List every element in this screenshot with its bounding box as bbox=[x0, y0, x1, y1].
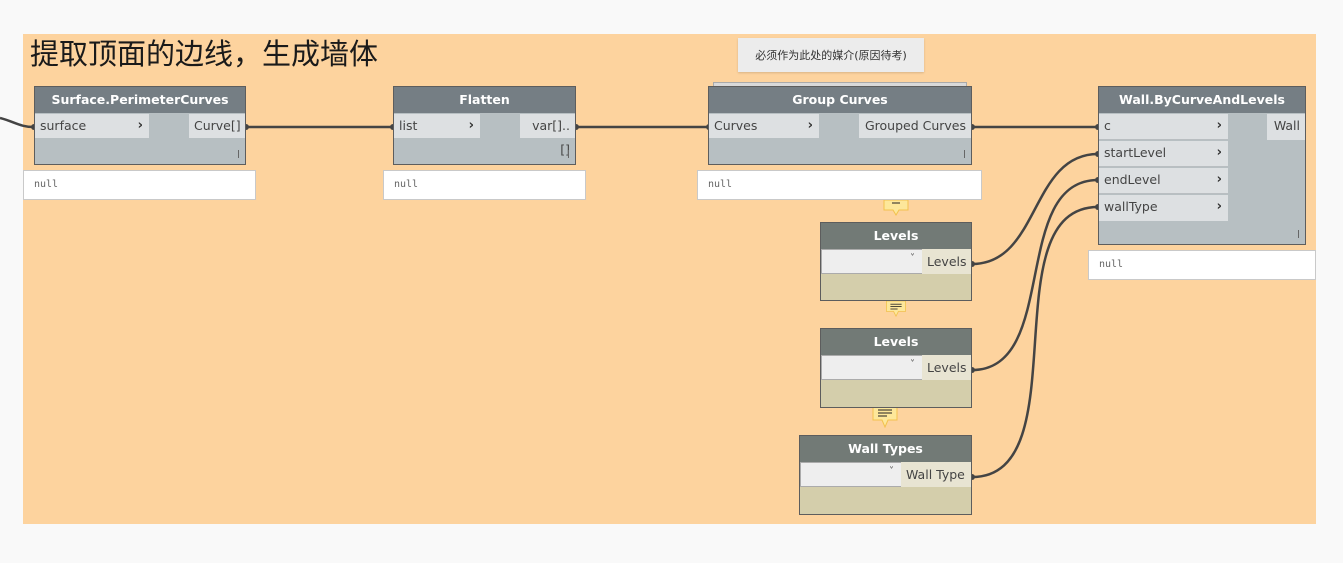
node-title[interactable]: Wall.ByCurveAndLevels bbox=[1099, 87, 1305, 113]
port-label: wallType bbox=[1104, 199, 1158, 214]
chevron-right-icon[interactable]: › bbox=[1217, 141, 1222, 165]
output-port-grouped-curves[interactable]: Grouped Curves bbox=[859, 114, 971, 138]
wall-types-dropdown[interactable]: ˅ bbox=[800, 462, 902, 487]
node-wall-bycurveandlevels[interactable]: Wall.ByCurveAndLevels c › startLevel › e… bbox=[1098, 86, 1306, 245]
chevron-right-icon[interactable]: › bbox=[1217, 114, 1222, 138]
chevron-right-icon[interactable]: › bbox=[1217, 168, 1222, 192]
input-port-list[interactable]: list › bbox=[394, 114, 480, 138]
port-label: startLevel bbox=[1104, 145, 1167, 160]
input-port-walltype[interactable]: wallType › bbox=[1099, 195, 1228, 221]
preview-bubble[interactable]: null bbox=[697, 170, 982, 200]
levels-dropdown[interactable]: ˅ bbox=[821, 249, 923, 274]
chevron-right-icon[interactable]: › bbox=[1217, 195, 1222, 219]
wire-incoming-surface[interactable] bbox=[0, 116, 35, 129]
wires-layer bbox=[0, 116, 1101, 480]
chevron-down-icon[interactable]: ˅ bbox=[910, 359, 915, 370]
input-port-surface[interactable]: surface › bbox=[35, 114, 149, 138]
node-title[interactable]: Wall Types bbox=[800, 436, 971, 462]
node-title[interactable]: Group Curves bbox=[709, 87, 971, 113]
input-port-curves[interactable]: Curves › bbox=[709, 114, 819, 138]
note-icon[interactable] bbox=[872, 406, 898, 428]
lacing-indicator[interactable] bbox=[238, 150, 239, 158]
node-flatten[interactable]: Flatten list › var[]..[] bbox=[393, 86, 576, 165]
chevron-right-icon[interactable]: › bbox=[469, 114, 474, 138]
port-label: c bbox=[1104, 118, 1111, 133]
levels-dropdown[interactable]: ˅ bbox=[821, 355, 923, 380]
output-port-wall-type[interactable]: Wall Type bbox=[901, 462, 971, 487]
chevron-down-icon[interactable]: ˅ bbox=[889, 466, 894, 477]
port-label: endLevel bbox=[1104, 172, 1161, 187]
input-port-endlevel[interactable]: endLevel › bbox=[1099, 168, 1228, 194]
node-levels-1[interactable]: Levels ˅ Levels bbox=[820, 222, 972, 301]
lacing-indicator[interactable] bbox=[964, 150, 965, 158]
node-title[interactable]: Levels bbox=[821, 329, 971, 355]
node-wall-types[interactable]: Wall Types ˅ Wall Type bbox=[799, 435, 972, 515]
lacing-indicator[interactable] bbox=[1298, 230, 1299, 238]
output-port-levels[interactable]: Levels bbox=[922, 249, 971, 274]
port-label: surface bbox=[40, 118, 87, 133]
chevron-right-icon[interactable]: › bbox=[808, 114, 813, 138]
lacing-indicator[interactable] bbox=[568, 150, 569, 158]
port-label: list bbox=[399, 118, 418, 133]
pin-icon[interactable] bbox=[883, 200, 909, 216]
wire-levels1-to-startlevel[interactable] bbox=[971, 152, 1099, 266]
wire-walltype-to-walltype[interactable] bbox=[971, 205, 1099, 479]
node-levels-2[interactable]: Levels ˅ Levels bbox=[820, 328, 972, 408]
output-port-var[interactable]: var[]..[] bbox=[520, 114, 575, 157]
output-port-levels[interactable]: Levels bbox=[922, 355, 971, 380]
note-icon[interactable] bbox=[883, 301, 909, 317]
preview-bubble[interactable]: null bbox=[1088, 250, 1316, 280]
node-surface-perimetercurves[interactable]: Surface.PerimeterCurves surface › Curve[… bbox=[34, 86, 246, 165]
preview-bubble[interactable]: null bbox=[383, 170, 586, 200]
node-group-curves[interactable]: Group Curves Curves › Grouped Curves bbox=[708, 86, 972, 165]
port-label: Curves bbox=[714, 118, 758, 133]
node-title[interactable]: Flatten bbox=[394, 87, 575, 113]
preview-bubble[interactable]: null bbox=[23, 170, 256, 200]
input-port-c[interactable]: c › bbox=[1099, 114, 1228, 140]
output-port-wall[interactable]: Wall bbox=[1267, 114, 1305, 140]
chevron-right-icon[interactable]: › bbox=[138, 114, 143, 138]
output-port-curve-list[interactable]: Curve[] bbox=[189, 114, 245, 138]
chevron-down-icon[interactable]: ˅ bbox=[910, 253, 915, 264]
node-title[interactable]: Surface.PerimeterCurves bbox=[35, 87, 245, 113]
input-port-startlevel[interactable]: startLevel › bbox=[1099, 141, 1228, 167]
node-title[interactable]: Levels bbox=[821, 223, 971, 249]
